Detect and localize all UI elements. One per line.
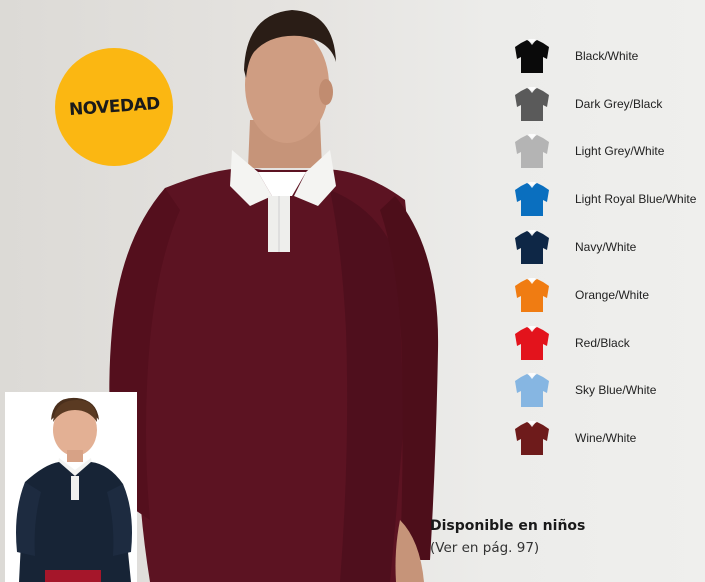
swatch-row: Sky Blue/White [513,367,705,415]
shirt-swatch-icon [515,373,549,408]
swatch-row: Navy/White [513,223,705,271]
shirt-swatch-icon [515,38,549,73]
swatch-row: Light Grey/White [513,128,705,176]
shirt-swatch-icon [515,230,549,265]
color-swatch-list: Black/White Dark Grey/Black Light Grey/W… [513,32,705,462]
swatch-label: Sky Blue/White [575,383,657,398]
kids-page-reference: (Ver en pág. 97) [430,540,540,556]
swatch-label: Dark Grey/Black [575,96,663,111]
shirt-swatch-icon [515,182,549,217]
swatch-row: Wine/White [513,414,705,462]
swatch-row: Light Royal Blue/White [513,175,705,223]
shirt-swatch-icon [515,325,549,360]
swatch-row: Orange/White [513,271,705,319]
swatch-label: Red/Black [575,335,630,350]
swatch-label: Wine/White [575,431,637,446]
badge-text: NOVEDAD [67,93,161,121]
swatch-label: Black/White [575,48,639,63]
swatch-row: Dark Grey/Black [513,80,705,128]
swatch-label: Light Royal Blue/White [575,192,697,207]
swatch-label: Light Grey/White [575,144,665,159]
shirt-swatch-icon [515,277,549,312]
novedad-badge: NOVEDAD [55,48,173,166]
kids-photo [5,392,137,582]
swatch-row: Red/Black [513,319,705,367]
swatch-row: Black/White [513,32,705,80]
shirt-swatch-icon [515,86,549,121]
shirt-swatch-icon [515,421,549,456]
shirt-swatch-icon [515,134,549,169]
swatch-label: Navy/White [575,240,637,255]
swatch-label: Orange/White [575,287,650,302]
kids-availability-title: Disponible en niños [430,518,586,534]
